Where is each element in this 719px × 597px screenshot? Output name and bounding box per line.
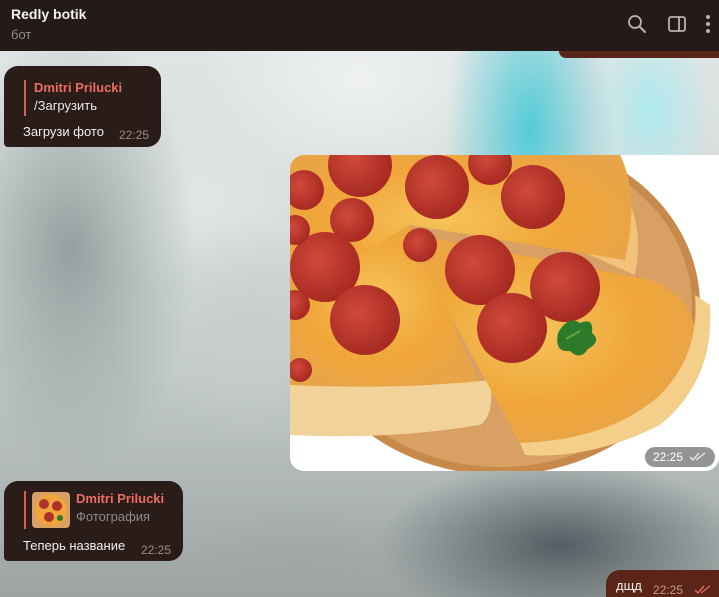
double-check-icon (694, 585, 711, 595)
message-bubble-outgoing[interactable]: дщд 22:25 (606, 570, 719, 597)
message-bubble[interactable]: Dmitri Prilucki Фотография Теперь назван… (4, 481, 183, 561)
message-text: Теперь название (23, 538, 126, 553)
sidebar-toggle-icon[interactable] (666, 13, 688, 35)
message-text: дщд (616, 578, 642, 593)
message-time: 22:25 (652, 450, 683, 464)
photo-message[interactable]: 22:25 (290, 155, 719, 471)
chat-subtitle: бот (11, 27, 32, 42)
photo-time-badge: 22:25 (644, 447, 715, 467)
chat-header: Redly botik бот (0, 0, 719, 51)
message-time: 22:25 (141, 543, 172, 557)
reply-quote[interactable]: Dmitri Prilucki /Загрузить (24, 80, 122, 116)
message-bubble[interactable]: Dmitri Prilucki /Загрузить Загрузи фото … (4, 66, 161, 147)
reply-author: Dmitri Prilucki (34, 80, 123, 95)
message-time: 22:25 (119, 128, 150, 142)
search-icon[interactable] (626, 13, 648, 35)
more-vertical-icon[interactable] (700, 13, 716, 35)
reply-thumbnail (32, 492, 70, 528)
previous-message-edge (559, 51, 719, 58)
reply-author: Dmitri Prilucki (76, 491, 165, 506)
pizza-photo (290, 155, 719, 471)
reply-text: /Загрузить (34, 98, 97, 113)
reply-text: Фотография (76, 509, 151, 524)
double-check-icon (689, 452, 706, 462)
message-time: 22:25 (653, 583, 684, 597)
message-text: Загрузи фото (23, 124, 104, 139)
chat-title[interactable]: Redly botik (11, 6, 86, 22)
